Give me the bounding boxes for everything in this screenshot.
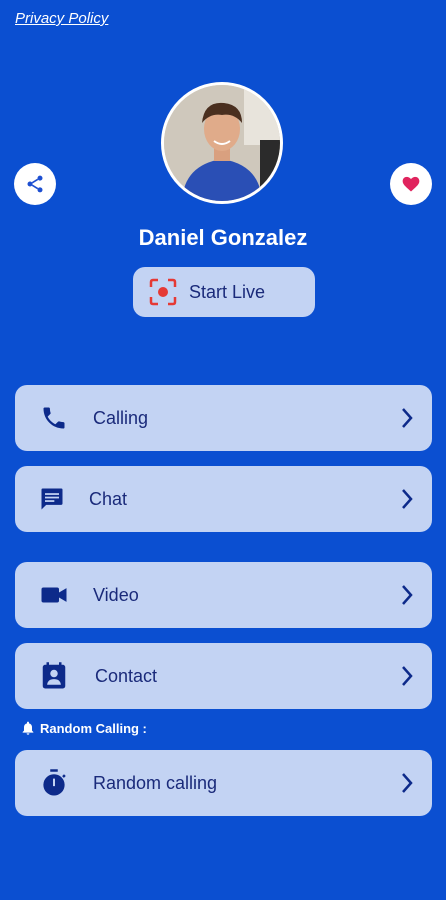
share-icon	[27, 175, 43, 193]
avatar	[161, 82, 283, 204]
video-icon	[39, 580, 69, 610]
calling-button[interactable]: Calling	[15, 385, 432, 451]
phone-icon	[39, 403, 69, 433]
bell-icon	[22, 721, 34, 735]
stopwatch-icon	[39, 768, 69, 798]
chevron-right-icon	[402, 773, 413, 793]
chat-button[interactable]: Chat	[15, 466, 432, 532]
random-calling-label: Random calling	[93, 772, 218, 793]
chevron-right-icon	[402, 666, 413, 686]
chat-icon	[37, 484, 67, 514]
video-button[interactable]: Video	[15, 562, 432, 628]
share-button[interactable]	[14, 163, 56, 205]
contact-label: Contact	[95, 665, 158, 686]
profile-name: Daniel Gonzalez	[138, 225, 308, 250]
start-live-button[interactable]: Start Live	[133, 267, 315, 317]
calling-label: Calling	[93, 407, 149, 428]
privacy-policy-link[interactable]: Privacy Policy	[15, 10, 108, 27]
favorite-button[interactable]	[390, 163, 432, 205]
chevron-right-icon	[402, 489, 413, 509]
contact-button[interactable]: Contact	[15, 643, 432, 709]
random-calling-section-label: Random Calling :	[40, 720, 147, 736]
chat-label: Chat	[89, 488, 128, 509]
random-calling-button[interactable]: Random calling	[15, 750, 432, 816]
contact-icon	[39, 661, 69, 691]
video-label: Video	[93, 584, 139, 605]
heart-icon	[402, 176, 420, 192]
chevron-right-icon	[402, 408, 413, 428]
start-live-label: Start Live	[189, 281, 266, 302]
chevron-right-icon	[402, 585, 413, 605]
record-icon	[149, 278, 177, 306]
random-calling-section-title: Random Calling :	[20, 720, 147, 736]
